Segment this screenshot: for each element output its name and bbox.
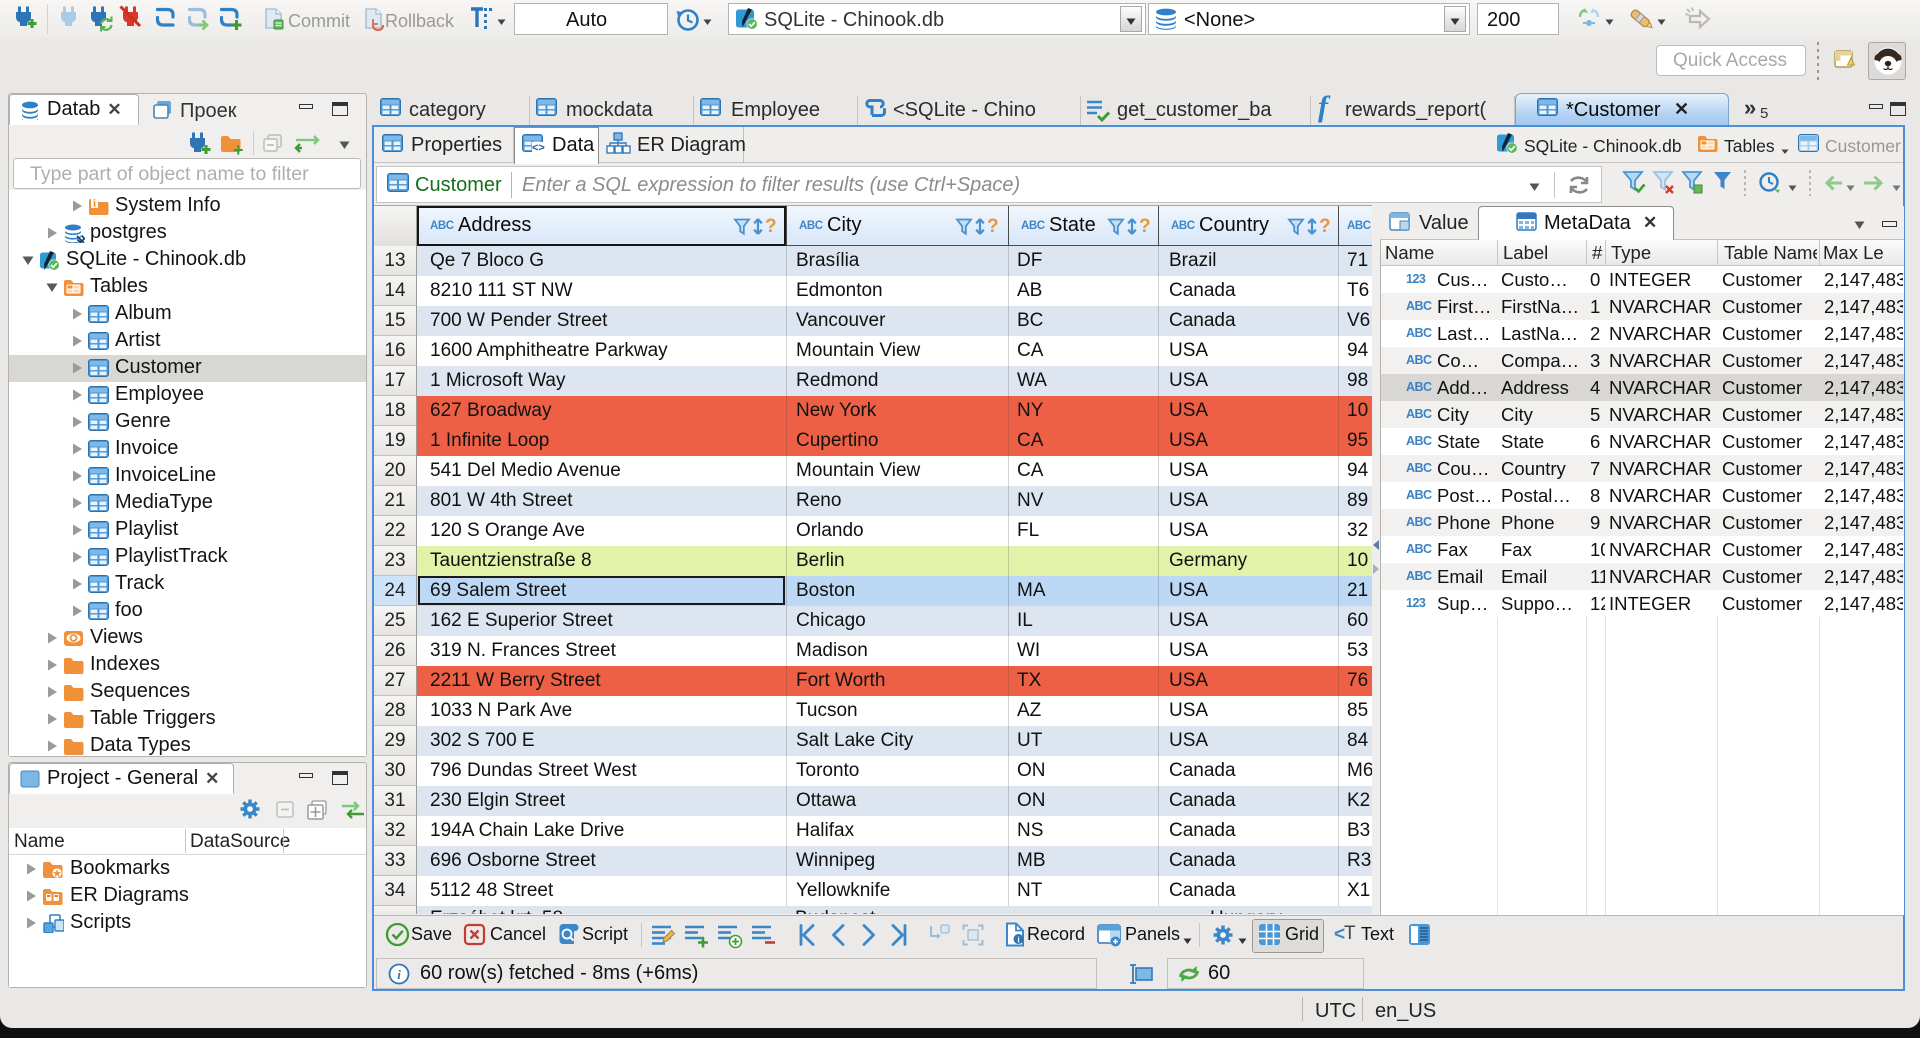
svg-text:i: i <box>397 967 401 982</box>
svg-text:★: ★ <box>52 868 62 879</box>
svg-text:i: i <box>1017 935 1019 945</box>
svg-text:i: i <box>93 199 96 210</box>
